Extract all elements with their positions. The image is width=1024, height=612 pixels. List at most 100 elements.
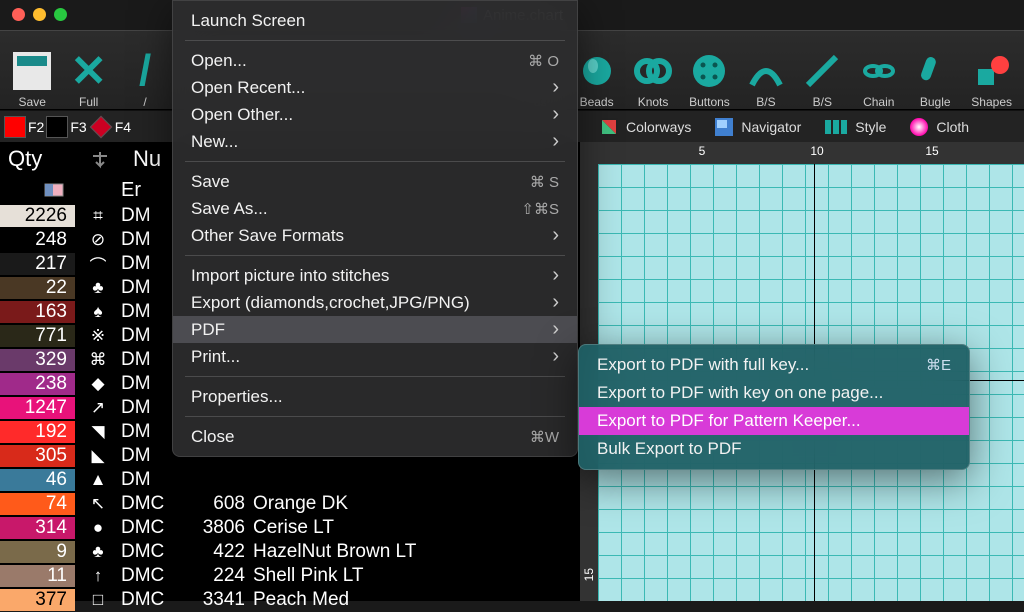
thread-symbol: ↗ bbox=[75, 398, 121, 418]
swatch-F2[interactable]: F2 bbox=[4, 116, 44, 138]
thread-row[interactable]: 9♣DMC422HazelNut Brown LT bbox=[0, 540, 580, 564]
menu-shortcut: ⌘ O bbox=[528, 52, 559, 70]
menu-item-import-picture-into-stitches[interactable]: Import picture into stitches› bbox=[173, 262, 577, 289]
tool-shapes[interactable]: Shapes bbox=[963, 33, 1019, 109]
ruler-horizontal: 51015 bbox=[580, 142, 1024, 164]
menu-item-properties[interactable]: Properties... bbox=[173, 383, 577, 410]
menu-item-open-other[interactable]: Open Other...› bbox=[173, 101, 577, 128]
bs-icon bbox=[746, 51, 786, 91]
thread-qty: 2226 bbox=[0, 205, 75, 227]
bugle-icon bbox=[915, 51, 955, 91]
window-controls bbox=[12, 8, 67, 21]
submenu-item-bulk-export-to-pdf[interactable]: Bulk Export to PDF bbox=[579, 435, 969, 463]
tool-knots[interactable]: Knots bbox=[625, 33, 681, 109]
swatch-F4[interactable]: F4 bbox=[89, 119, 131, 135]
tool2-navigator[interactable]: Navigator bbox=[705, 114, 809, 140]
menu-separator bbox=[185, 255, 565, 256]
tool2-colorways[interactable]: Colorways bbox=[590, 114, 699, 140]
thread-qty: 1247 bbox=[0, 397, 75, 419]
ruler-tick-label: 10 bbox=[810, 144, 823, 158]
button-icon bbox=[689, 51, 729, 91]
thread-row[interactable]: 74↖DMC608Orange DK bbox=[0, 492, 580, 516]
thread-symbol: ◥ bbox=[75, 422, 121, 442]
swatch-F3[interactable]: F3 bbox=[46, 116, 86, 138]
submenu-item-export-to-pdf-with-key-on-one-page[interactable]: Export to PDF with key on one page... bbox=[579, 379, 969, 407]
menu-item-close[interactable]: Close⌘W bbox=[173, 423, 577, 450]
bs-line-icon bbox=[802, 51, 842, 91]
menu-item-label: Open Recent... bbox=[191, 78, 305, 98]
thread-symbol: ⌒ bbox=[75, 252, 121, 277]
thread-qty: 192 bbox=[0, 421, 75, 443]
thread-symbol: ♠ bbox=[75, 302, 121, 322]
window-close-button[interactable] bbox=[12, 8, 25, 21]
menu-item-export-diamonds-crochet-jpg-png[interactable]: Export (diamonds,crochet,JPG/PNG)› bbox=[173, 289, 577, 316]
thread-row[interactable]: 11↑DMC224Shell Pink LT bbox=[0, 564, 580, 588]
tool-chain[interactable]: Chain bbox=[851, 33, 907, 109]
tool-half[interactable]: // bbox=[117, 33, 173, 109]
thread-symbol: ♣ bbox=[75, 542, 121, 562]
menu-item-save-as[interactable]: Save As... ⇧⌘S bbox=[173, 195, 577, 222]
tool2-label: Navigator bbox=[741, 119, 801, 135]
save-icon bbox=[12, 51, 52, 91]
thread-row[interactable]: 377□DMC3341Peach Med bbox=[0, 588, 580, 612]
cross-icon: ✕ bbox=[69, 51, 109, 91]
file-menu: Launch Screen Open...⌘ OOpen Recent...›Op… bbox=[172, 0, 578, 457]
shapes-icon bbox=[972, 51, 1012, 91]
thread-code: 224 bbox=[189, 565, 253, 587]
eraser-icon[interactable] bbox=[43, 180, 67, 200]
thread-row[interactable]: 314●DMC3806Cerise LT bbox=[0, 516, 580, 540]
swatch-key-label: F4 bbox=[115, 119, 131, 135]
knot-icon bbox=[633, 51, 673, 91]
tool-label: Knots bbox=[638, 95, 669, 109]
secondary-toolbar: Colorways Navigator StyleCloth bbox=[580, 110, 1024, 142]
thread-symbol: ◣ bbox=[75, 446, 121, 466]
header-nu[interactable]: Nu bbox=[125, 146, 171, 172]
menu-shortcut: ⌘W bbox=[530, 428, 559, 446]
menu-shortcut: ⇧⌘S bbox=[521, 200, 559, 218]
menu-item-label: Save As... bbox=[191, 199, 268, 219]
swatch-color bbox=[89, 115, 112, 138]
tool-label: Chain bbox=[863, 95, 894, 109]
thread-symbol: ↑ bbox=[75, 566, 121, 586]
thread-qty: 305 bbox=[0, 445, 75, 467]
window-maximize-button[interactable] bbox=[54, 8, 67, 21]
tool-save[interactable]: Save bbox=[4, 33, 60, 109]
menu-item-launch-screen[interactable]: Launch Screen bbox=[173, 7, 577, 34]
submenu-item-label: Export to PDF with key on one page... bbox=[597, 383, 883, 403]
menu-item-other-save-formats[interactable]: Other Save Formats› bbox=[173, 222, 577, 249]
thread-brand: DMC bbox=[121, 493, 189, 515]
thread-symbol: ↖ bbox=[75, 494, 121, 514]
menu-item-new[interactable]: New...› bbox=[173, 128, 577, 155]
thread-qty: 9 bbox=[0, 541, 75, 563]
tool-buttons[interactable]: Buttons bbox=[681, 33, 737, 109]
thread-symbol: □ bbox=[75, 590, 121, 610]
thread-name: Shell Pink LT bbox=[253, 565, 580, 587]
tool-bs1[interactable]: B/S bbox=[738, 33, 794, 109]
thread-code: 3806 bbox=[189, 517, 253, 539]
menu-item-print[interactable]: Print...› bbox=[173, 343, 577, 370]
thread-name: Cerise LT bbox=[253, 517, 580, 539]
menu-item-open-recent[interactable]: Open Recent...› bbox=[173, 74, 577, 101]
tool2-style[interactable]: Style bbox=[815, 114, 894, 140]
header-qty[interactable]: Qty bbox=[0, 146, 75, 172]
menu-item-label: Properties... bbox=[191, 387, 283, 407]
tool-bugle[interactable]: Bugle bbox=[907, 33, 963, 109]
tool-label: B/S bbox=[813, 95, 832, 109]
menu-item-open[interactable]: Open...⌘ O bbox=[173, 47, 577, 74]
ruler-tick-label: 15 bbox=[925, 144, 938, 158]
tool2-cloth[interactable]: Cloth bbox=[900, 114, 977, 140]
thread-row[interactable]: 46▲DM bbox=[0, 468, 580, 492]
submenu-item-export-to-pdf-for-pattern-keeper[interactable]: Export to PDF for Pattern Keeper... bbox=[579, 407, 969, 435]
submenu-item-export-to-pdf-with-full-key[interactable]: Export to PDF with full key...⌘E bbox=[579, 351, 969, 379]
thread-code: 422 bbox=[189, 541, 253, 563]
menu-item-pdf[interactable]: PDF› bbox=[173, 316, 577, 343]
thread-qty: 217 bbox=[0, 253, 75, 275]
window-minimize-button[interactable] bbox=[33, 8, 46, 21]
menu-item-label: Import picture into stitches bbox=[191, 266, 389, 286]
sort-icon[interactable] bbox=[89, 148, 111, 170]
nav-icon bbox=[713, 116, 735, 138]
menu-item-save[interactable]: Save⌘ S bbox=[173, 168, 577, 195]
tool-bs2[interactable]: B/S bbox=[794, 33, 850, 109]
tool-full[interactable]: ✕Full bbox=[60, 33, 116, 109]
chain-icon bbox=[859, 51, 899, 91]
